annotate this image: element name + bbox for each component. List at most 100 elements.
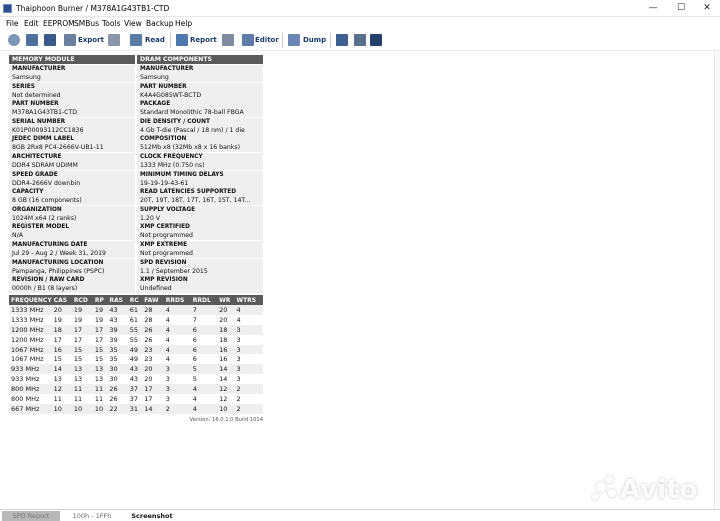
timing-cell: 1200 MHz [9,334,52,345]
tab-spd-report[interactable]: SPD Report [2,511,60,521]
timing-cell: 30 [107,374,128,385]
timing-cell: 5 [190,374,218,385]
tab-bar: SPD Report 100h - 1FFh Screenshot [0,509,720,521]
timing-cell: 4 [163,305,191,315]
timing-cell: 16 [217,344,235,355]
menu-tools[interactable]: Tools [102,19,120,28]
timing-cell: 7 [190,314,218,325]
timing-cell: 3 [163,364,191,375]
timing-cell: 11 [51,394,72,404]
tab-screenshot[interactable]: Screenshot [124,511,180,521]
spec-field: JEDEC DIMM LABEL 8GB 2Rx8 PC4-2666V-UB1-1… [9,135,135,153]
tool-button[interactable] [220,32,236,48]
timing-cell: 17 [92,324,108,335]
timing-row: 1200 MHz 17 17 17 39 55 26 4 6 18 3 [9,334,263,345]
maximize-button[interactable]: ☐ [668,0,694,17]
menu-backup[interactable]: Backup [146,19,174,28]
read-button[interactable]: Read [128,32,165,48]
spec-value: 1333 MHz (0.750 ns) [140,162,205,169]
spec-value: 1.1 / September 2015 [140,267,208,275]
timing-cell: 17 [51,334,72,345]
timing-cell: 28 [142,305,164,315]
scrollbar[interactable] [714,51,720,509]
timing-column-header: RAS [107,295,128,305]
toolbar-separator [282,33,283,48]
timing-header-row: FREQUENCY CAS RCD RP RAS RC FAW RRDS RRDL WR WTRS [9,295,263,305]
spec-label: PART NUMBER [140,83,187,90]
spec-value: 8GB 2Rx8 PC4-2666V-UB1-11 [12,144,104,152]
watermark-dot-icon [596,482,606,492]
close-button[interactable]: ✕ [694,0,720,17]
spec-field: SERIAL NUMBER K01P00093112CC1836 [9,117,135,135]
timing-cell: 933 MHz [9,374,52,385]
timing-cell: 55 [127,334,143,345]
memory-module-header: MEMORY MODULE [9,55,135,64]
timing-row: 1333 MHz 19 19 19 43 61 28 4 7 20 4 [9,314,263,325]
timing-cell: 13 [92,374,108,385]
timing-cell: 1333 MHz [9,314,52,325]
menu-smbus[interactable]: SMBus [74,19,99,28]
timing-cell: 18 [51,324,72,335]
timing-cell: 4 [163,314,191,325]
timing-cell: 19 [92,305,108,315]
timing-cell: 15 [92,354,108,365]
timing-cell: 19 [51,314,72,325]
spec-value: 1024M x64 (2 ranks) [12,214,77,222]
report-button[interactable]: Report [174,32,217,48]
timing-cell: 14 [217,364,235,375]
tab-hex-range[interactable]: 100h - 1FFh [64,511,120,521]
timing-cell: 17 [92,334,108,345]
timing-cell: 1200 MHz [9,324,52,335]
window-title: Thaiphoon Burner / M378A1G43TB1-CTD [16,4,170,13]
menu-file[interactable]: File [6,19,19,28]
screenshot-button[interactable] [334,32,350,48]
spec-label: PACKAGE [140,101,171,108]
timing-cell: 49 [127,344,143,355]
lock-button[interactable] [106,32,122,48]
dump-button[interactable]: Dump [286,32,326,48]
timing-cell: 19 [92,314,108,325]
timing-cell: 31 [127,403,143,414]
timing-cell: 18 [217,334,235,345]
minimize-button[interactable]: — [640,0,666,17]
menu-eeprom[interactable]: EEPROM [43,19,75,28]
timing-row: 800 MHz 12 11 11 26 37 17 3 4 12 2 [9,384,263,395]
menu-help[interactable]: Help [175,19,192,28]
dump-label: Dump [303,36,327,44]
timing-cell: 800 MHz [9,394,52,404]
timing-cell: 49 [127,354,143,365]
timing-column-header: RCD [71,295,93,305]
export-button[interactable]: Export [62,32,104,48]
timing-cell: 18 [217,324,235,335]
settings-button[interactable] [6,32,22,48]
menu-edit[interactable]: Edit [24,19,39,28]
editor-button[interactable]: Editor [240,32,279,48]
save-button[interactable] [42,32,58,48]
avito-watermark: Avito [590,470,715,510]
spec-field: SPEED GRADE DDR4-2666V downbin [9,170,135,188]
menu-view[interactable]: View [124,19,142,28]
timing-cell: 20 [217,305,235,315]
spec-field: XMP EXTREME Not programmed [137,241,263,258]
timing-cell: 6 [190,354,218,365]
spec-label: SERIES [12,83,35,90]
timing-column-header: FREQUENCY [9,295,52,305]
timing-cell: 13 [51,374,72,385]
spec-label: REVISION / RAW CARD [12,277,85,284]
spec-value: DDR4-2666V downbin [12,179,81,187]
timing-cell: 26 [107,394,128,404]
spec-field: ARCHITECTURE DDR4 SDRAM UDIMM [9,153,135,170]
timing-cell: 3 [234,364,263,375]
open-button[interactable] [24,32,40,48]
spec-value: Not programmed [140,250,193,257]
timing-cell: 6 [190,344,218,355]
editor-icon [242,34,254,46]
spec-label: ARCHITECTURE [12,154,62,160]
spec-value: 20T, 19T, 18T, 17T, 16T, 15T, 14T... [140,197,251,205]
timing-cell: 3 [163,374,191,385]
spec-value: DDR4 SDRAM UDIMM [12,162,78,169]
chip-button[interactable] [352,32,368,48]
spec-field: PART NUMBER K4A4G085WT-BCTD [137,82,263,100]
spec-value: K4A4G085WT-BCTD [140,91,202,99]
monitor-button[interactable] [368,32,384,48]
